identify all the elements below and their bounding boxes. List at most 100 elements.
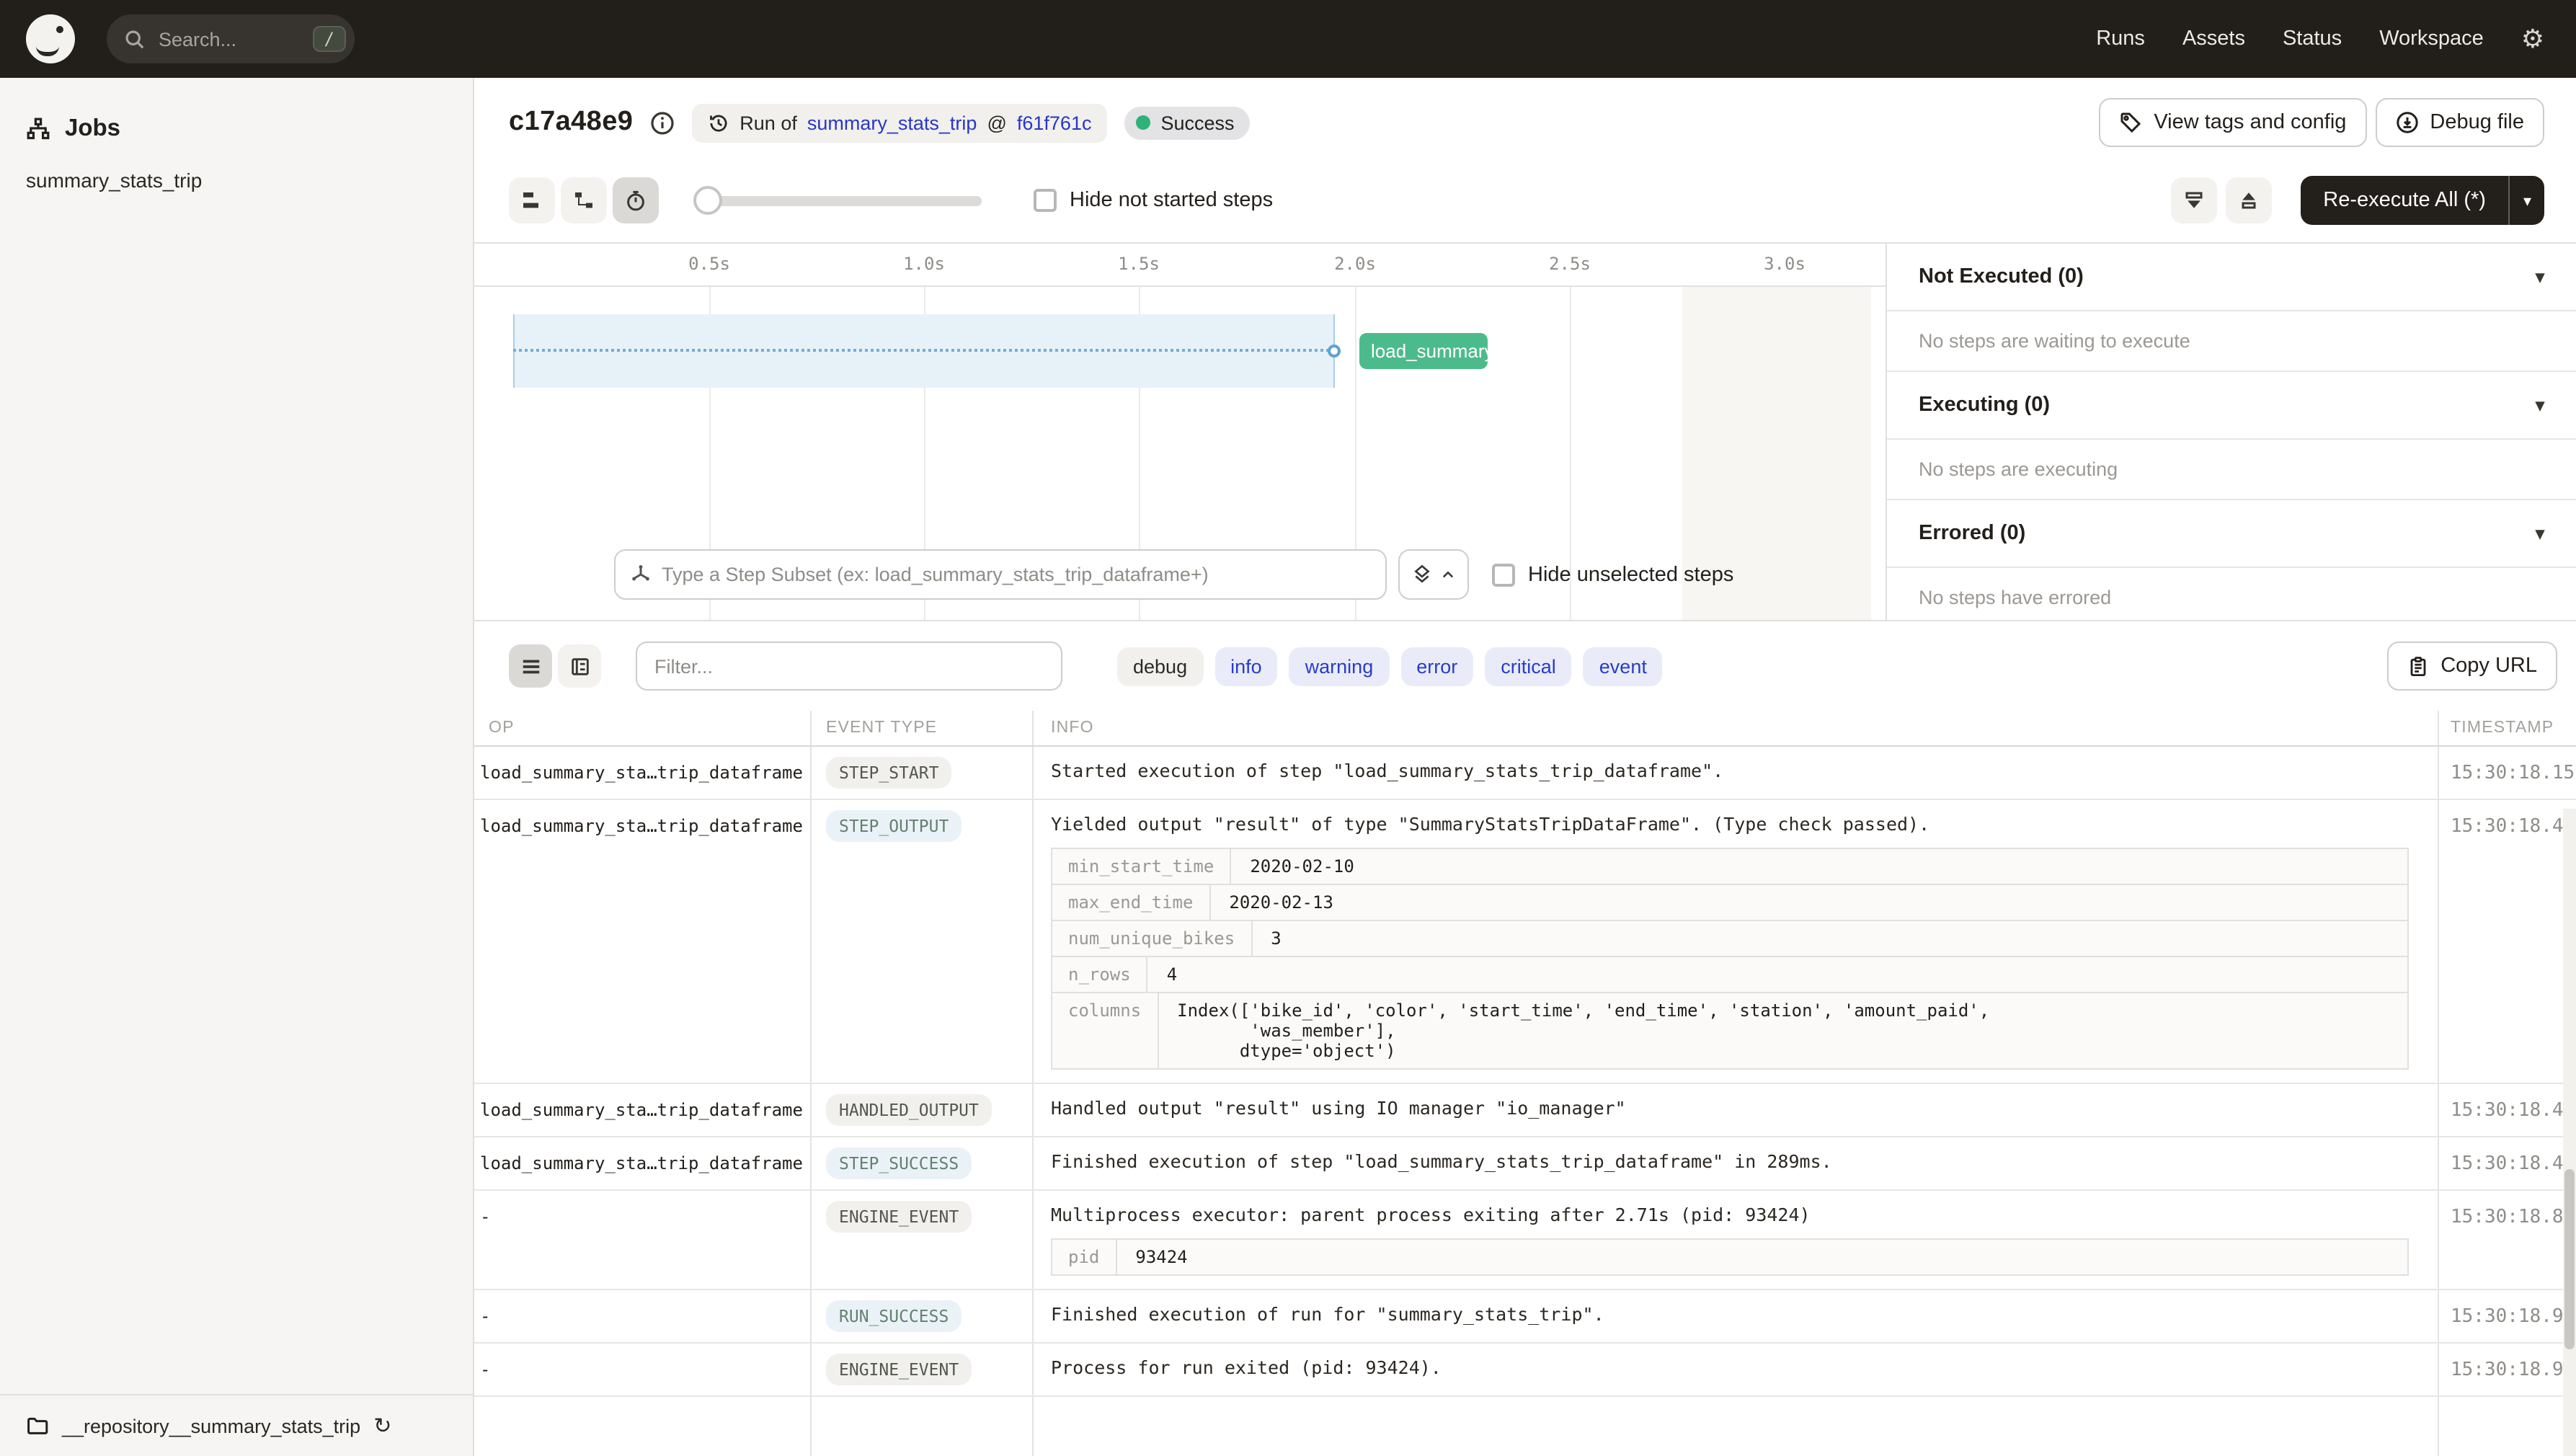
log-table-filler [474, 1397, 2576, 1456]
log-structured-view-button[interactable] [558, 644, 601, 688]
chip-info[interactable]: info [1214, 647, 1278, 685]
nav-runs[interactable]: Runs [2096, 27, 2145, 50]
log-row: load_summary_sta…trip_dataframe HANDLED_… [474, 1084, 2576, 1137]
gantt-time-axis: 0.5s 1.0s 1.5s 2.0s 2.5s 3.0s [474, 244, 1886, 287]
run-of-tag: Run of summary_stats_trip @ f61f761c [692, 103, 1108, 142]
section-message: No steps are executing [1887, 440, 2576, 500]
log-message: Handled output "result" using IO manager… [1051, 1097, 1626, 1119]
nav-workspace[interactable]: Workspace [2379, 27, 2484, 50]
chip-critical[interactable]: critical [1485, 647, 1572, 685]
section-errored[interactable]: Errored (0) ▾ [1887, 500, 2576, 568]
log-row: load_summary_sta…trip_dataframe STEP_STA… [474, 747, 2576, 800]
log-scrollbar[interactable] [2563, 809, 2576, 1456]
global-search-input[interactable]: Search... / [107, 14, 355, 63]
zoom-slider-thumb[interactable] [693, 186, 722, 215]
collapse-all-button[interactable] [2225, 177, 2272, 223]
waterfall-view-button[interactable] [561, 177, 607, 223]
chip-debug[interactable]: debug [1117, 647, 1204, 685]
reexecute-split-button: Re-execute All (*) ▾ [2300, 176, 2544, 225]
metadata-value: 2020-02-10 [1250, 856, 1354, 876]
repository-footer: __repository__summary_stats_trip ↻ [0, 1394, 473, 1456]
reexecute-all-button[interactable]: Re-execute All (*) [2300, 176, 2509, 225]
subset-apply-button[interactable] [1398, 549, 1469, 600]
log-list-view-button[interactable] [509, 644, 552, 688]
status-badge: Success [1124, 106, 1251, 139]
run-id: c17a48e9 [509, 107, 634, 137]
section-title: Executing (0) [1919, 394, 2051, 417]
gantt-step-load-summary[interactable]: load_summary_stats_trip_dataframe [1359, 333, 1488, 369]
log-message: Finished execution of run for "summary_s… [1051, 1303, 1604, 1325]
log-row: load_summary_sta…trip_dataframe STEP_SUC… [474, 1137, 2576, 1191]
expand-all-button[interactable] [2170, 177, 2217, 223]
debug-file-button[interactable]: Debug file [2375, 98, 2544, 147]
view-tags-label: View tags and config [2154, 111, 2347, 134]
caret-down-icon: ▾ [2535, 267, 2544, 287]
op-name: - [480, 1359, 491, 1380]
chip-warning[interactable]: warning [1289, 647, 1390, 685]
top-nav: Runs Assets Status Workspace ⚙ [2096, 26, 2544, 52]
snapshot-link[interactable]: f61f761c [1017, 112, 1092, 133]
jobs-title: Jobs [65, 115, 121, 141]
log-filter-input[interactable] [636, 642, 1062, 691]
metadata-value: Index(['bike_id', 'color', 'start_time',… [1177, 1000, 1990, 1061]
main-area: c17a48e9 Run of summary_stats_trip @ f61… [474, 78, 2576, 1456]
col-timestamp: TIMESTAMP [2451, 719, 2554, 737]
log-message: Multiprocess executor: parent process ex… [1051, 1204, 1811, 1225]
metadata-key: max_end_time [1052, 885, 1211, 920]
metadata-key: pid [1052, 1240, 1117, 1274]
section-not-executed[interactable]: Not Executed (0) ▾ [1887, 244, 2576, 311]
op-name: - [480, 1306, 491, 1326]
clipboard-icon [2407, 655, 2429, 677]
jobs-section-header: Jobs [0, 78, 473, 157]
search-placeholder: Search... [159, 28, 237, 50]
reexecute-dropdown-caret[interactable]: ▾ [2508, 176, 2544, 225]
download-circle-icon [2395, 111, 2418, 134]
settings-gear-icon[interactable]: ⚙ [2521, 26, 2544, 52]
hide-not-started-checkbox[interactable] [1034, 189, 1057, 212]
log-message: Finished execution of step "load_summary… [1051, 1150, 1832, 1172]
metadata-table: pid 93424 [1051, 1238, 2409, 1276]
timed-view-button[interactable] [613, 177, 659, 223]
axis-tick: 0.5s [688, 254, 730, 274]
status-label: Success [1160, 112, 1235, 133]
nav-status[interactable]: Status [2283, 27, 2342, 50]
job-link[interactable]: summary_stats_trip [807, 112, 977, 133]
nav-assets[interactable]: Assets [2182, 27, 2245, 50]
chip-error[interactable]: error [1400, 647, 1474, 685]
hide-unselected-checkbox[interactable] [1492, 563, 1515, 586]
info-icon[interactable] [650, 110, 675, 135]
section-executing[interactable]: Executing (0) ▾ [1887, 372, 2576, 440]
step-subset-input[interactable] [662, 564, 1371, 585]
flat-view-button[interactable] [509, 177, 555, 223]
dagster-logo-icon[interactable] [26, 14, 75, 63]
search-icon [124, 28, 146, 50]
metadata-key: columns [1052, 993, 1159, 1068]
zoom-slider[interactable] [693, 177, 982, 223]
run-of-label: Run of [740, 112, 797, 133]
log-row: load_summary_sta…trip_dataframe STEP_OUT… [474, 800, 2576, 1084]
log-timestamp: 15:30:18.904 [2451, 1306, 2576, 1328]
log-row: - ENGINE_EVENT Multiprocess executor: pa… [474, 1191, 2576, 1290]
at-separator: @ [987, 112, 1007, 133]
gantt-region: 0.5s 1.0s 1.5s 2.0s 2.5s 3.0s load_summa… [474, 244, 2576, 621]
reload-repository-icon[interactable]: ↻ [373, 1413, 391, 1439]
log-row: - ENGINE_EVENT Process for run exited (p… [474, 1344, 2576, 1397]
step-waiting-dotted-line [513, 349, 1335, 352]
metadata-key: n_rows [1052, 957, 1148, 992]
log-scrollbar-thumb[interactable] [2564, 1169, 2575, 1349]
view-tags-config-button[interactable]: View tags and config [2099, 98, 2367, 147]
chip-event[interactable]: event [1583, 647, 1663, 685]
log-table-header: OP EVENT TYPE INFO TIMESTAMP [474, 711, 2576, 747]
repository-name: __repository__summary_stats_trip [62, 1415, 361, 1437]
op-name: load_summary_sta…trip_dataframe [480, 816, 803, 836]
hide-not-started-label: Hide not started steps [1070, 189, 1274, 212]
col-event-type: EVENT TYPE [812, 711, 1034, 745]
sidebar-item-summary-stats-trip[interactable]: summary_stats_trip [0, 157, 473, 203]
copy-url-button[interactable]: Copy URL [2387, 642, 2557, 691]
event-type-pill: STEP_START [826, 757, 952, 789]
step-subset-field[interactable] [614, 549, 1387, 600]
success-dot-icon [1136, 115, 1151, 130]
zoom-slider-track[interactable] [693, 196, 982, 206]
event-type-pill: HANDLED_OUTPUT [826, 1094, 992, 1126]
step-status-panel: Not Executed (0) ▾ No steps are waiting … [1887, 244, 2576, 620]
